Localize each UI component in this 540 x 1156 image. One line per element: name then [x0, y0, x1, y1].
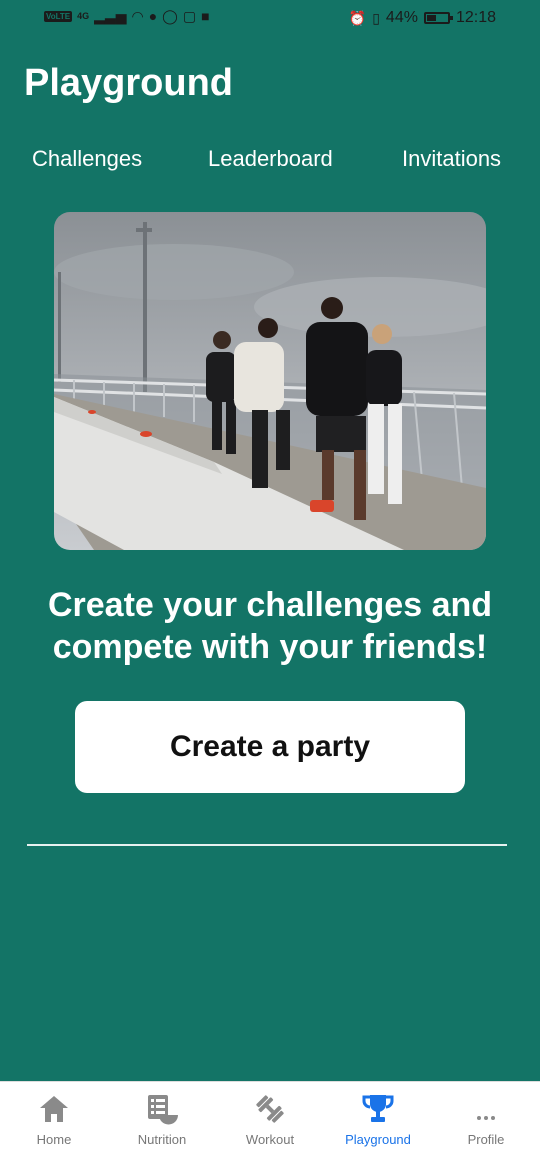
- create-party-button[interactable]: Create a party: [75, 701, 465, 793]
- battery-icon: [423, 12, 453, 24]
- status-left-icons: VoLTE 4G ▂▃▅ ◠ ● ◯ ▢ ■: [44, 9, 210, 23]
- trophy-icon: [361, 1092, 395, 1126]
- battery-percent: 44%: [385, 9, 418, 26]
- wifi-icon: ◠: [131, 8, 144, 24]
- vibrate-icon: ▯: [372, 10, 380, 26]
- nutrition-icon: [145, 1092, 179, 1126]
- page-title: Playground: [24, 62, 234, 104]
- nav-playground-label: Playground: [345, 1132, 411, 1147]
- app-notification-icon: ●: [148, 8, 158, 24]
- headline: Create your challenges and compete with …: [47, 586, 493, 666]
- nav-home-label: Home: [36, 1132, 72, 1147]
- nav-home[interactable]: Home: [0, 1082, 108, 1156]
- nav-profile-label: Profile: [467, 1132, 505, 1147]
- tab-challenges[interactable]: Challenges: [32, 146, 142, 172]
- home-icon: [38, 1092, 70, 1126]
- clock: 12:18: [455, 9, 496, 26]
- bottom-navigation: Home Nutrition Workout Playground Profil…: [0, 1081, 540, 1156]
- network-type: 4G: [77, 11, 90, 21]
- tab-leaderboard[interactable]: Leaderboard: [208, 146, 333, 172]
- tab-bar: Challenges Leaderboard Invitations: [0, 146, 540, 178]
- nav-profile[interactable]: Profile: [432, 1082, 540, 1156]
- alarm-icon: ⏰: [348, 10, 367, 26]
- more-horizontal-icon: [469, 1092, 503, 1126]
- nav-nutrition-label: Nutrition: [137, 1132, 187, 1147]
- volte-badge: VoLTE: [44, 10, 73, 22]
- nav-workout[interactable]: Workout: [216, 1082, 324, 1156]
- divider: [27, 844, 507, 846]
- nav-playground[interactable]: Playground: [324, 1082, 432, 1156]
- dumbbell-icon: [253, 1092, 287, 1126]
- nav-nutrition[interactable]: Nutrition: [108, 1082, 216, 1156]
- linkedin-icon: ■: [201, 8, 210, 24]
- tab-invitations[interactable]: Invitations: [402, 146, 501, 172]
- hero-image: [54, 212, 486, 550]
- nav-workout-label: Workout: [245, 1132, 295, 1147]
- instagram-icon: ▢: [182, 8, 197, 24]
- status-bar: VoLTE 4G ▂▃▅ ◠ ● ◯ ▢ ■ ⏰ ▯ 44% 12:18: [0, 0, 540, 40]
- status-right-icons: ⏰ ▯ 44% 12:18: [349, 9, 496, 27]
- whatsapp-icon: ◯: [162, 8, 178, 24]
- signal-icon: ▂▃▅: [94, 8, 127, 24]
